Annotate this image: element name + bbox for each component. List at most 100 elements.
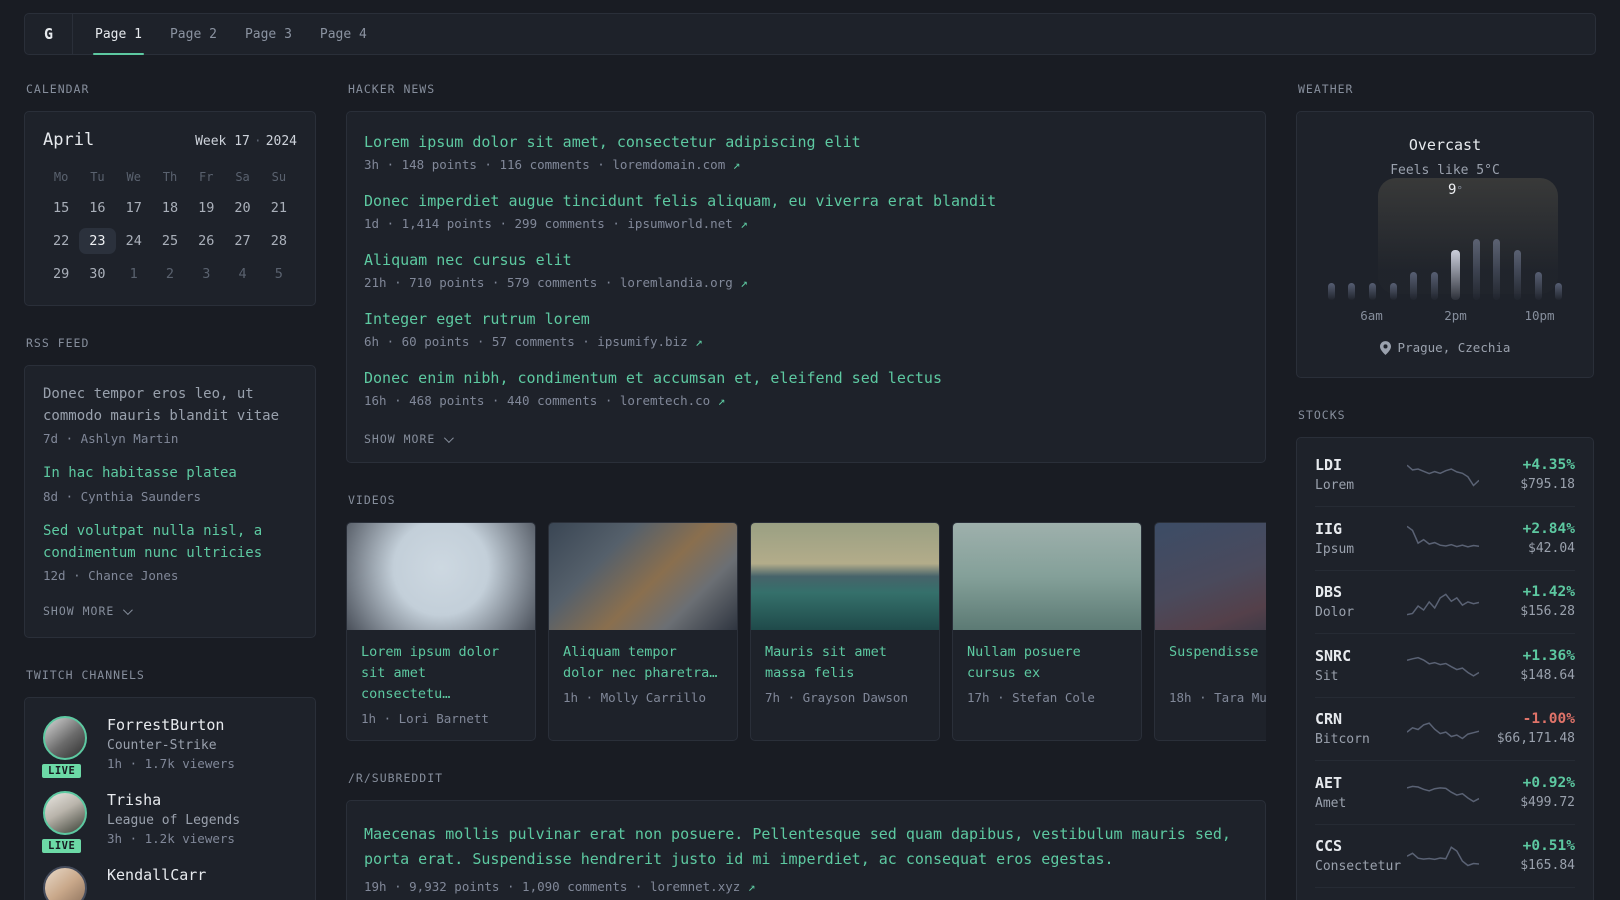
stock-row[interactable]: CCS Consectetur +0.51% $165.84 <box>1315 823 1575 888</box>
twitch-section-label: TWITCH CHANNELS <box>26 668 145 683</box>
weather-hour-label: 10pm <box>1524 308 1555 323</box>
rss-item-title[interactable]: Donec tempor eros leo, ut commodo mauris… <box>43 384 297 427</box>
calendar-day[interactable]: 22 <box>43 228 79 254</box>
rss-item-title[interactable]: In hac habitasse platea <box>43 463 297 485</box>
external-link-icon[interactable]: ↗ <box>748 879 756 894</box>
stock-row[interactable]: LDI Lorem +4.35% $795.18 <box>1315 443 1575 507</box>
video-card[interactable]: Lorem ipsum dolor sit amet consectetu… 1h… <box>346 522 536 741</box>
external-link-icon[interactable]: ↗ <box>740 275 748 290</box>
calendar-day[interactable]: 26 <box>188 228 224 254</box>
hackernews-item-title[interactable]: Donec imperdiet augue tincidunt felis al… <box>364 192 1248 210</box>
calendar-day[interactable]: 16 <box>79 195 115 221</box>
tab-page-3[interactable]: Page 3 <box>231 14 306 54</box>
video-title[interactable]: Mauris sit amet massa felis <box>765 642 925 684</box>
calendar-weekday: Tu <box>90 170 105 184</box>
weather-location-text: Prague, Czechia <box>1397 340 1511 355</box>
tab-page-2[interactable]: Page 2 <box>156 14 231 54</box>
stock-row[interactable]: DBS Dolor +1.42% $156.28 <box>1315 569 1575 634</box>
middle-column: HACKER NEWS Lorem ipsum dolor sit amet, … <box>346 82 1266 900</box>
avatar <box>43 716 87 761</box>
stocks-section: STOCKS LDI Lorem +4.35% $795.18 IIG Ipsum +2.8… <box>1296 408 1594 900</box>
weather-bar-cell <box>1362 194 1383 300</box>
hackernews-item: Donec imperdiet augue tincidunt felis al… <box>364 192 1248 231</box>
rss-item-meta: 8d · Cynthia Saunders <box>43 489 202 505</box>
twitch-channel-row[interactable]: LIVE Trisha League of Legends 3h · 1.2k vie… <box>40 791 297 856</box>
calendar-card: April Week 17 · 2024 Mo Tu We Th Fr Sa Su 15 16 17 1… <box>24 111 316 306</box>
hackernews-item-title[interactable]: Donec enim nibh, condimentum et accumsan… <box>364 369 1248 387</box>
left-column: CALENDAR April Week 17 · 2024 Mo Tu We Th Fr Sa… <box>24 82 316 900</box>
subreddit-post-title[interactable]: Maecenas mollis pulvinar erat non posuer… <box>364 822 1248 873</box>
stock-row[interactable]: CRN Bitcorn -1.00% $66,171.48 <box>1315 696 1575 761</box>
hackernews-item-meta: 6h · 60 points · 57 comments · ipsumify.… <box>364 334 703 349</box>
calendar-day[interactable]: 25 <box>152 228 188 254</box>
calendar-day[interactable]: 15 <box>43 195 79 221</box>
stock-change: +1.42% <box>1522 584 1575 601</box>
twitch-channel-name[interactable]: ForrestBurton <box>107 716 235 734</box>
stock-price: $66,171.48 <box>1496 731 1575 747</box>
live-badge: LIVE <box>40 762 84 781</box>
video-thumbnail <box>549 523 737 630</box>
hackernews-section: HACKER NEWS Lorem ipsum dolor sit amet, … <box>346 82 1266 463</box>
calendar-day[interactable]: 30 <box>79 261 115 287</box>
video-card[interactable]: Suspendisse diam 18h · Tara Munoz <box>1154 522 1266 741</box>
hackernews-item-title[interactable]: Integer eget rutrum lorem <box>364 310 1248 328</box>
twitch-channel-name[interactable]: Trisha <box>107 791 240 809</box>
rss-show-more-button[interactable]: SHOW MORE <box>43 604 134 618</box>
calendar-day-selected[interactable]: 23 <box>79 228 116 254</box>
rss-item-title[interactable]: Sed volutpat nulla nisl, a condimentum n… <box>43 521 297 564</box>
twitch-channel-row[interactable]: LIVE ForrestBurton Counter-Strike 1h · 1.7k… <box>40 716 297 781</box>
video-title[interactable]: Aliquam tempor dolor nec pharetra… <box>563 642 723 684</box>
hackernews-item-title[interactable]: Aliquam nec cursus elit <box>364 251 1248 269</box>
external-link-icon[interactable]: ↗ <box>733 157 741 172</box>
weather-temp-bar <box>1327 283 1335 300</box>
tab-page-1[interactable]: Page 1 <box>81 14 156 55</box>
calendar-day[interactable]: 24 <box>116 228 152 254</box>
stock-row[interactable]: SNRC Sit +1.36% $148.64 <box>1315 633 1575 697</box>
calendar-day[interactable]: 27 <box>224 228 260 254</box>
external-link-icon[interactable]: ↗ <box>740 216 748 231</box>
twitch-channel-name[interactable]: KendallCarr <box>107 866 206 884</box>
calendar-day[interactable]: 29 <box>43 261 79 287</box>
stock-row[interactable]: AET Amet +0.92% $499.72 <box>1315 760 1575 824</box>
calendar-day[interactable]: 2 <box>152 261 188 287</box>
calendar-day[interactable]: 20 <box>224 195 260 221</box>
calendar-day[interactable]: 21 <box>261 195 297 221</box>
stock-row[interactable]: AHS+0.46% <box>1315 887 1575 900</box>
video-meta: 7h · Grayson Dawson <box>765 690 908 705</box>
video-title[interactable]: Nullam posuere cursus ex <box>967 642 1127 684</box>
video-card[interactable]: Aliquam tempor dolor nec pharetra… 1h · M… <box>548 522 738 741</box>
weather-bar-cell <box>1321 194 1342 300</box>
sparkline-chart <box>1407 721 1479 740</box>
hackernews-item: Lorem ipsum dolor sit amet, consectetur … <box>364 133 1248 172</box>
hackernews-item-meta: 3h · 148 points · 116 comments · loremdo… <box>364 157 741 172</box>
video-title[interactable]: Lorem ipsum dolor sit amet consectetu… <box>361 642 521 705</box>
external-link-icon[interactable]: ↗ <box>695 334 703 349</box>
rss-item: Donec tempor eros leo, ut commodo mauris… <box>43 384 297 446</box>
weather-temp-bar <box>1493 239 1501 300</box>
stock-change: +0.51% <box>1522 838 1575 855</box>
hackernews-item-title[interactable]: Lorem ipsum dolor sit amet, consectetur … <box>364 133 1248 151</box>
video-title[interactable]: Suspendisse diam <box>1169 642 1266 684</box>
sparkline-chart <box>1407 464 1479 487</box>
calendar-day[interactable]: 19 <box>188 195 224 221</box>
calendar-day[interactable]: 17 <box>116 195 152 221</box>
hackernews-show-more-button[interactable]: SHOW MORE <box>364 432 455 446</box>
video-card[interactable]: Mauris sit amet massa felis 7h · Grayson … <box>750 522 940 741</box>
calendar-day[interactable]: 4 <box>224 261 260 287</box>
calendar-day[interactable]: 1 <box>116 261 152 287</box>
stock-change: +0.92% <box>1522 774 1575 791</box>
calendar-weekday: Sa <box>235 170 250 184</box>
calendar-day[interactable]: 18 <box>152 195 188 221</box>
calendar-day[interactable]: 5 <box>261 261 297 287</box>
calendar-day[interactable]: 28 <box>261 228 297 254</box>
twitch-channel-row[interactable]: KendallCarr <box>43 866 297 900</box>
stock-info: IIG Ipsum <box>1315 520 1407 557</box>
tab-page-4[interactable]: Page 4 <box>306 14 381 54</box>
video-card[interactable]: Nullam posuere cursus ex 17h · Stefan Col… <box>952 522 1142 741</box>
sparkline-chart <box>1407 525 1479 548</box>
stock-row[interactable]: IIG Ipsum +2.84% $42.04 <box>1315 506 1575 570</box>
rss-item: Sed volutpat nulla nisl, a condimentum n… <box>43 521 297 583</box>
calendar-day[interactable]: 3 <box>188 261 224 287</box>
external-link-icon[interactable]: ↗ <box>718 393 726 408</box>
stock-values: +0.51% $165.84 <box>1479 838 1575 873</box>
